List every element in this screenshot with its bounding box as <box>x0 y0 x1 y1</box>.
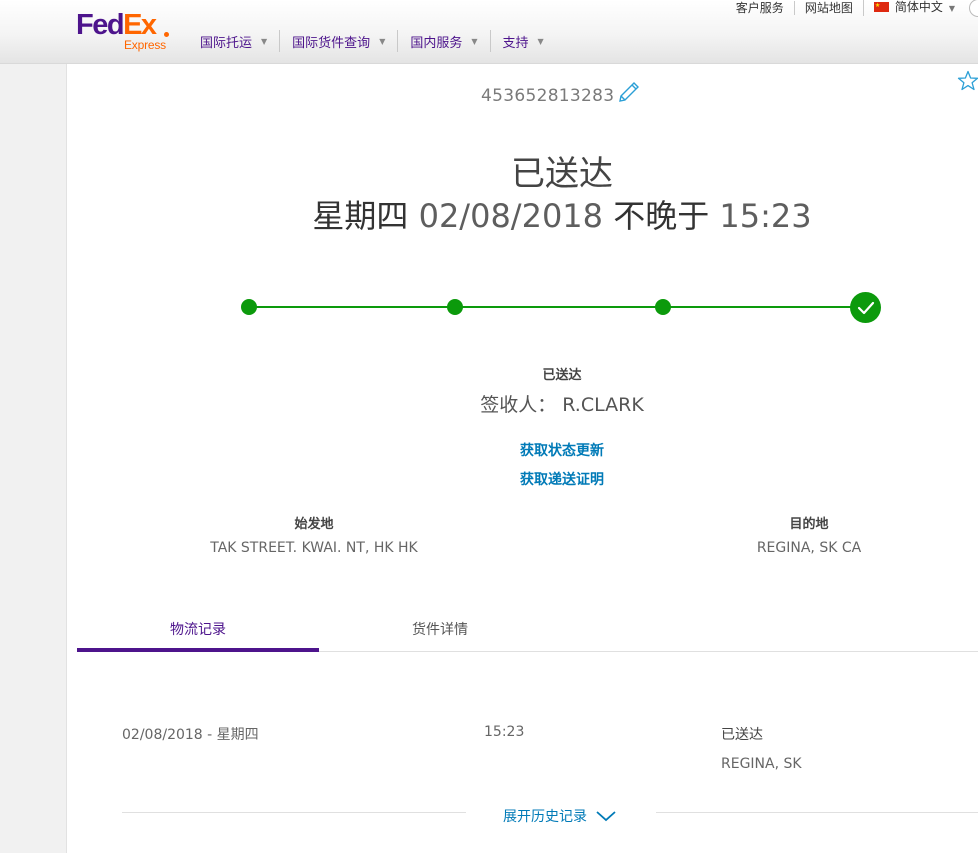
destination-value: REGINA, SK CA <box>756 540 862 556</box>
favorite-star-icon[interactable] <box>956 69 978 93</box>
shipment-progress-bar <box>241 292 884 323</box>
origin-value: TAK STREET. KWAI. NT, HK HK <box>210 540 418 556</box>
site-map-link[interactable]: 网站地图 <box>793 1 863 15</box>
delivery-weekday: 星期四 <box>312 197 409 235</box>
customer-service-link[interactable]: 客户服务 <box>726 1 794 15</box>
search-button[interactable] <box>969 0 978 17</box>
nav-support[interactable]: 支持 ▼ <box>489 30 556 52</box>
event-status: 已送达 <box>721 727 763 743</box>
divider <box>122 812 466 813</box>
tab-shipment-facts[interactable]: 货件详情 <box>319 612 561 652</box>
signed-by-label: 签收人： <box>480 394 557 416</box>
event-date: 02/08/2018 - 星期四 <box>122 727 259 743</box>
logo-fed: Fed <box>76 9 125 41</box>
nav-domestic-services[interactable]: 国内服务 ▼ <box>397 30 489 52</box>
china-flag-icon <box>873 0 889 13</box>
get-proof-of-delivery-link[interactable]: 获取递送证明 <box>520 472 604 488</box>
delivery-status-heading: 已送达 <box>511 154 613 194</box>
logo-express: Express <box>124 38 166 52</box>
event-location: REGINA, SK <box>721 756 802 772</box>
language-label: 简体中文 <box>894 0 943 14</box>
chevron-down-icon <box>596 811 616 822</box>
divider <box>656 812 978 813</box>
caret-down-icon: ▼ <box>948 4 955 13</box>
language-selector[interactable]: 简体中文 ▼ <box>862 0 965 16</box>
destination-heading: 目的地 <box>789 517 829 532</box>
event-time: 15:23 <box>484 724 525 740</box>
caret-down-icon: ▼ <box>537 36 544 46</box>
site-header: FedEx Express 国际托运 ▼ 国际货件查询 ▼ 国内服务 ▼ 支持 ▼ 客户… <box>0 0 978 64</box>
expand-history-label: 展开历史记录 <box>503 809 587 825</box>
nav-label: 国内服务 <box>410 35 463 51</box>
nav-label: 国际货件查询 <box>292 35 371 51</box>
delivery-time: 15:23 <box>719 197 812 235</box>
nav-label: 支持 <box>502 35 529 51</box>
signed-by-name: R.CLARK <box>562 394 644 416</box>
utility-links: 客户服务 网站地图 简体中文 ▼ <box>726 0 978 17</box>
logo-ex: Ex <box>123 9 157 41</box>
tab-travel-history[interactable]: 物流记录 <box>77 612 319 652</box>
main-nav: 国际托运 ▼ 国际货件查询 ▼ 国内服务 ▼ 支持 ▼ <box>188 30 556 52</box>
progress-step-3 <box>655 299 671 315</box>
delivery-date-value: 02/08/2018 <box>418 197 604 235</box>
logo-dot <box>164 32 169 37</box>
origin-heading: 始发地 <box>294 517 334 532</box>
fedex-express-logo[interactable]: FedEx Express <box>76 10 176 54</box>
edit-pencil-icon[interactable] <box>617 78 643 104</box>
nav-international-shipping[interactable]: 国际托运 ▼ <box>188 30 279 52</box>
progress-step-1 <box>241 299 257 315</box>
caret-down-icon: ▼ <box>261 36 268 46</box>
expand-history-button[interactable]: 展开历史记录 <box>503 806 617 826</box>
progress-step-2 <box>447 299 463 315</box>
status-label: 已送达 <box>542 368 582 383</box>
tracking-number: 453652813283 <box>481 86 615 106</box>
detail-tabs: 物流记录 货件详情 <box>77 612 978 652</box>
nav-international-tracking[interactable]: 国际货件查询 ▼ <box>279 30 397 52</box>
signed-by: 签收人： R.CLARK <box>0 390 978 417</box>
nav-label: 国际托运 <box>200 35 253 51</box>
progress-line <box>249 306 864 308</box>
checkmark-icon <box>850 292 881 323</box>
caret-down-icon: ▼ <box>379 36 386 46</box>
delivery-by-label: 不晚于 <box>613 197 710 235</box>
get-status-updates-link[interactable]: 获取状态更新 <box>520 443 604 459</box>
delivery-date: 星期四 02/08/2018 不晚于 15:23 <box>0 191 978 237</box>
caret-down-icon: ▼ <box>471 36 478 46</box>
